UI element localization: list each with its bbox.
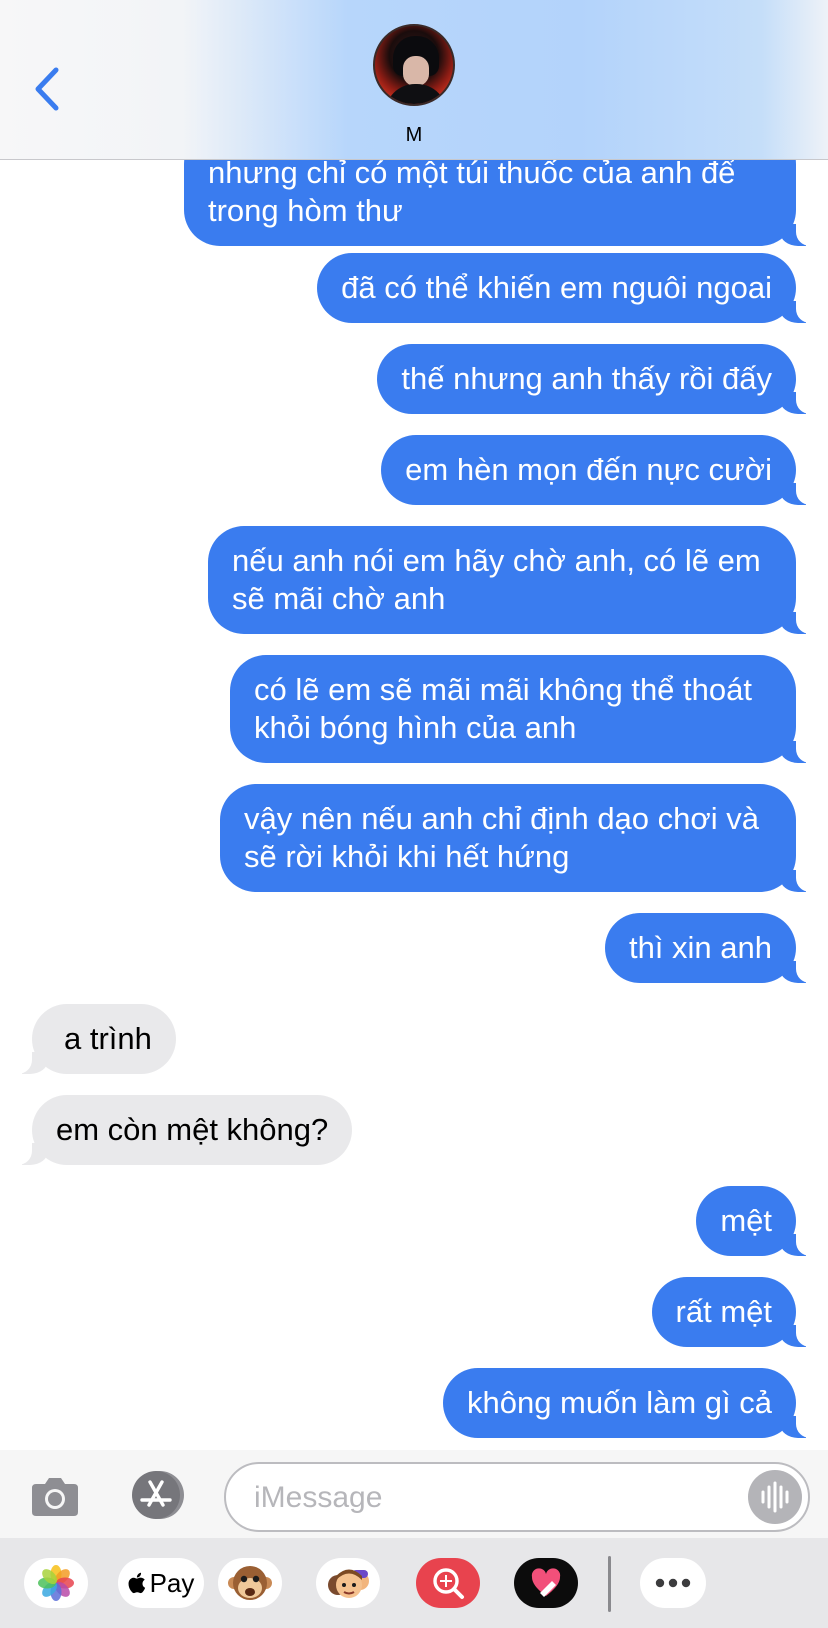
message-bubble-sent[interactable]: vậy nên nếu anh chỉ định dạo chơi và sẽ …: [220, 784, 822, 892]
monkey-animoji-icon: [228, 1566, 272, 1600]
back-button[interactable]: [28, 62, 68, 116]
image-search-icon: [433, 1568, 464, 1599]
message-bubble-sent[interactable]: thì xin anh: [604, 913, 823, 983]
digital-touch-app-button[interactable]: [514, 1558, 578, 1608]
digital-touch-icon: [531, 1568, 561, 1597]
chevron-left-icon: [35, 67, 59, 111]
message-bubble-sent[interactable]: rất mệt: [651, 1277, 823, 1347]
input-bar: [0, 1450, 828, 1538]
message-bubble-sent[interactable]: mệt: [696, 1186, 822, 1256]
memoji-app-button[interactable]: [316, 1558, 380, 1608]
message-bubble-sent[interactable]: đã có thể khiến em nguôi ngoai: [317, 253, 822, 323]
message-input[interactable]: [254, 1476, 714, 1520]
message-bubble-sent[interactable]: em hèn mọn đến nực cười: [381, 435, 822, 505]
camera-icon: [32, 1478, 78, 1516]
conversation-header: M: [0, 0, 828, 160]
message-bubble-sent[interactable]: nếu anh nói em hãy chờ anh, có lẽ em sẽ …: [208, 526, 822, 634]
camera-button[interactable]: [30, 1474, 80, 1518]
contact-name[interactable]: M: [0, 124, 828, 147]
apple-pay-app-button[interactable]: Pay: [118, 1558, 204, 1608]
message-bubble-received[interactable]: a trình: [6, 1004, 176, 1074]
message-bubble-sent[interactable]: không muốn làm gì cả: [442, 1368, 823, 1438]
drawer-divider: [608, 1556, 611, 1612]
imessage-app-drawer: Pay: [0, 1538, 828, 1628]
message-list[interactable]: nhưng chỉ có một túi thuốc của anh để tr…: [0, 0, 828, 1450]
images-app-button[interactable]: [416, 1558, 480, 1608]
apple-logo-icon: [128, 1572, 145, 1594]
app-store-button[interactable]: [126, 1470, 190, 1520]
audio-message-button[interactable]: [748, 1470, 802, 1524]
contact-avatar[interactable]: [373, 24, 455, 106]
photos-icon: [38, 1565, 74, 1601]
app-store-icon: [132, 1471, 184, 1519]
message-bubble-received[interactable]: em còn mệt không?: [5, 1095, 353, 1165]
message-input-field[interactable]: [224, 1462, 810, 1532]
audio-waveform-icon: [761, 1481, 789, 1513]
avatar-face: [403, 56, 429, 86]
apple-pay-label: Pay: [149, 1567, 195, 1598]
message-bubble-sent[interactable]: thế nhưng anh thấy rồi đấy: [377, 344, 822, 414]
photos-app-button[interactable]: [24, 1558, 88, 1608]
animoji-app-button[interactable]: [218, 1558, 282, 1608]
avatar-body: [385, 84, 447, 104]
memoji-icon: [328, 1569, 369, 1598]
more-apps-button[interactable]: [640, 1558, 706, 1608]
more-icon: [655, 1578, 691, 1588]
message-bubble-sent[interactable]: có lẽ em sẽ mãi mãi không thể thoát khỏi…: [230, 655, 822, 763]
